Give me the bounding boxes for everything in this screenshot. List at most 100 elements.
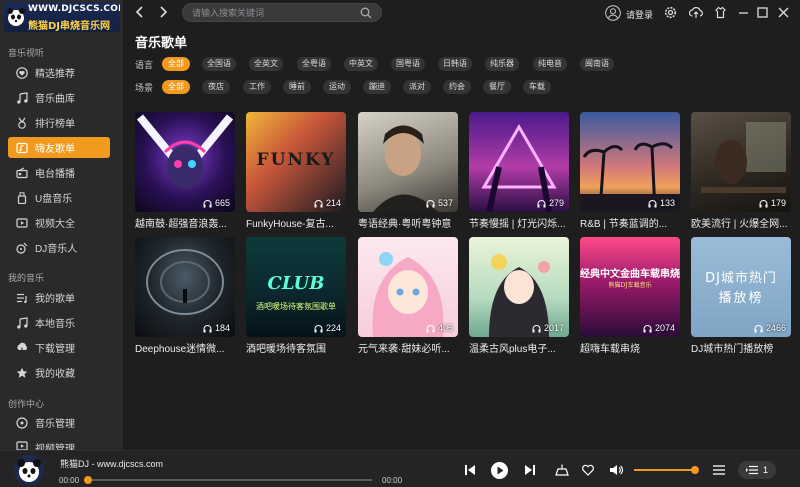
scene-chip[interactable]: 约会 (443, 80, 471, 94)
language-chip[interactable]: 全部 (162, 57, 190, 71)
sidebar-item-dj-artists[interactable]: DJ音乐人 (8, 237, 110, 258)
now-playing-title: 熊猫DJ - www.djcscs.com (60, 459, 164, 469)
lyrics-list-icon[interactable] (712, 463, 726, 477)
playlist-cover[interactable]: 665 (135, 112, 235, 212)
play-queue-button[interactable]: 1 (738, 461, 776, 479)
scene-chip[interactable]: 车载 (523, 80, 551, 94)
sidebar-item-charts[interactable]: 排行榜单 (8, 112, 110, 133)
language-chip[interactable]: 全粤语 (297, 57, 331, 71)
playlist-card[interactable]: 2017 温柔古风plus电子... (469, 237, 569, 355)
playlist-cover[interactable]: 179 (691, 112, 791, 212)
playlist-card[interactable]: 179 欧美流行 | 火爆全网... (691, 112, 791, 230)
playlist-cover[interactable]: 537 (358, 112, 458, 212)
playlist-card[interactable]: 133 R&B | 节奏蓝调的... (580, 112, 680, 230)
sidebar-item-my-playlists[interactable]: 我的歌单 (8, 287, 110, 308)
now-playing-cover[interactable] (14, 455, 44, 485)
playlist-cover[interactable]: 405 (358, 237, 458, 337)
language-chip[interactable]: 闽南语 (580, 57, 614, 71)
playlist-title[interactable]: 节奏慢摇 | 灯光闪烁... (469, 215, 581, 230)
sidebar-item-favorites[interactable]: 我的收藏 (8, 362, 110, 383)
settings-gear-icon[interactable] (664, 6, 677, 19)
playlist-title[interactable]: 超嗨车载串烧 (580, 340, 692, 355)
volume-slider-thumb[interactable] (690, 466, 699, 474)
forward-arrow-icon[interactable] (156, 5, 170, 19)
like-heart-icon[interactable] (581, 463, 595, 477)
play-button-icon[interactable] (490, 461, 509, 480)
progress-track[interactable] (88, 479, 372, 481)
sidebar-item-local-music[interactable]: 本地音乐 (8, 312, 110, 333)
scene-chip[interactable]: 睡前 (283, 80, 311, 94)
playlist-card[interactable]: 665 越南鼓·超强音浪轰... (135, 112, 235, 230)
language-chip[interactable]: 纯电音 (533, 57, 567, 71)
playlist-title[interactable]: 粤语经典·粤听粤钟意 (358, 215, 470, 230)
playlist-cover[interactable]: DJ城市热门 播放榜 2466 (691, 237, 791, 337)
playlist-card[interactable]: FUNKY 214 FunkyHouse-复古... (246, 112, 346, 230)
language-chip[interactable]: 全英文 (249, 57, 283, 71)
cloud-upload-icon[interactable] (689, 6, 703, 19)
maximize-icon[interactable] (756, 6, 769, 19)
next-track-icon[interactable] (523, 463, 537, 477)
dj-mixer-icon[interactable] (555, 463, 569, 477)
sidebar-item-playlists[interactable]: 嗨友歌单 (8, 137, 110, 158)
sidebar-item-library[interactable]: 音乐曲库 (8, 87, 110, 108)
playlist-cover[interactable]: 279 (469, 112, 569, 212)
playlist-cover[interactable]: FUNKY 214 (246, 112, 346, 212)
video-icon (16, 440, 28, 450)
playlist-card[interactable]: 537 粤语经典·粤听粤钟意 (358, 112, 458, 230)
sidebar-item-music-manage[interactable]: 音乐管理 (8, 412, 110, 433)
playlist-card[interactable]: 405 元气来袭·甜妹必听... (358, 237, 458, 355)
playlist-card[interactable]: DJ城市热门 播放榜 2466 DJ城市热门播放榜 (691, 237, 791, 355)
sidebar-item-featured[interactable]: 精选推荐 (8, 62, 110, 83)
playlist-cover[interactable]: 133 (580, 112, 680, 212)
progress-thumb[interactable] (84, 476, 92, 484)
playlist-card[interactable]: 184 Deephouse迷情微... (135, 237, 235, 355)
playlist-title[interactable]: 酒吧暖场待客氛围 (246, 340, 358, 355)
sidebar-item-downloads[interactable]: 下载管理 (8, 337, 110, 358)
language-chip[interactable]: 中英文 (344, 57, 378, 71)
headphones-icon (203, 199, 212, 207)
playlist-cover[interactable]: CLUB 酒吧暖场待客氛围歌单 224 (246, 237, 346, 337)
sidebar-item-videos[interactable]: 视频大全 (8, 212, 110, 233)
playlist-cover[interactable]: 2017 (469, 237, 569, 337)
playlist-cover[interactable]: 经典中文金曲车载串烧 熊猫DJ车载音乐 2074 (580, 237, 680, 337)
close-icon[interactable] (777, 6, 790, 19)
scene-chip[interactable]: 餐厅 (483, 80, 511, 94)
scene-chip[interactable]: 工作 (243, 80, 271, 94)
sidebar-item-radio[interactable]: 电台播播 (8, 162, 110, 183)
scene-chip[interactable]: 蹦迪 (363, 80, 391, 94)
playlist-title[interactable]: 温柔古风plus电子... (469, 340, 581, 355)
scene-chip[interactable]: 全部 (162, 80, 190, 94)
playlist-title[interactable]: DJ城市热门播放榜 (691, 340, 800, 355)
search-icon[interactable] (360, 7, 372, 19)
volume-icon[interactable] (609, 463, 623, 477)
login-link[interactable]: 请登录 (626, 8, 653, 21)
language-chip[interactable]: 纯乐器 (485, 57, 519, 71)
language-chip[interactable]: 国粤语 (391, 57, 425, 71)
sidebar-item-video-manage[interactable]: 视频管理 (8, 437, 110, 450)
skin-icon[interactable] (714, 6, 727, 19)
playlist-title[interactable]: FunkyHouse-复古... (246, 215, 358, 230)
playlist-title[interactable]: 元气来袭·甜妹必听... (358, 340, 470, 355)
volume-slider-track[interactable] (634, 469, 695, 471)
playlist-card[interactable]: 279 节奏慢摇 | 灯光闪烁... (469, 112, 569, 230)
language-chip[interactable]: 全国语 (202, 57, 236, 71)
logo[interactable]: WWW.DJCSCS.COM 熊猫DJ串烧音乐网 (4, 2, 120, 32)
sidebar-item-label: 我的歌单 (35, 294, 75, 305)
playlist-title[interactable]: Deephouse迷情微... (135, 340, 247, 355)
language-chip[interactable]: 日韩语 (438, 57, 472, 71)
minimize-icon[interactable] (737, 6, 750, 19)
playlist-card[interactable]: 经典中文金曲车载串烧 熊猫DJ车载音乐 2074 超嗨车载串烧 (580, 237, 680, 355)
playlist-title[interactable]: 越南鼓·超强音浪轰... (135, 215, 247, 230)
playlist-cover[interactable]: 184 (135, 237, 235, 337)
user-avatar-icon[interactable] (605, 5, 621, 21)
back-arrow-icon[interactable] (133, 5, 147, 19)
playlist-title[interactable]: 欧美流行 | 火爆全网... (691, 215, 800, 230)
scene-chip[interactable]: 运动 (323, 80, 351, 94)
scene-chip[interactable]: 派对 (403, 80, 431, 94)
playlist-card[interactable]: CLUB 酒吧暖场待客氛围歌单 224 酒吧暖场待客氛围 (246, 237, 346, 355)
scene-chip[interactable]: 夜店 (202, 80, 230, 94)
playlist-title[interactable]: R&B | 节奏蓝调的... (580, 215, 692, 230)
search-input[interactable]: 请输入搜索关键词 (182, 3, 382, 22)
previous-track-icon[interactable] (463, 463, 477, 477)
sidebar-item-usb[interactable]: U盘音乐 (8, 187, 110, 208)
